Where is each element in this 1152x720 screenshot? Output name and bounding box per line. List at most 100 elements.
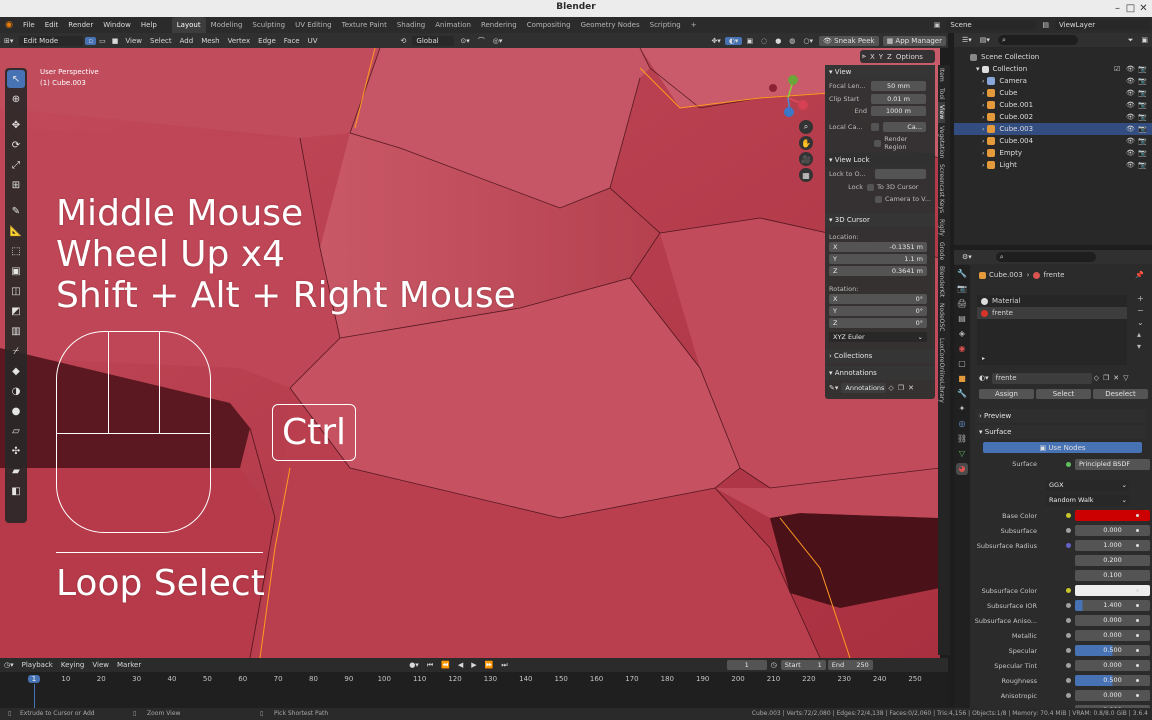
visibility-icon[interactable]: 👁: [1126, 125, 1135, 133]
properties-editor-icon[interactable]: ⚙▾: [958, 253, 976, 261]
inset-icon[interactable]: ◫: [7, 282, 25, 300]
annotation-pencil-icon[interactable]: ✎▾: [829, 384, 841, 392]
pivot-icon[interactable]: ⊙▾: [456, 37, 473, 45]
keyframe-dot-icon[interactable]: [1136, 664, 1139, 667]
jump-start-icon[interactable]: ⏮: [423, 661, 437, 670]
menu-timeline-view[interactable]: View: [88, 661, 113, 669]
face-select-icon[interactable]: ■: [109, 37, 122, 45]
workspace-tab-layout[interactable]: Layout: [171, 17, 206, 33]
knife-icon[interactable]: ⌿: [7, 342, 25, 360]
cursor-rotation-x[interactable]: X 0°: [829, 294, 927, 304]
workspace-tab-animation[interactable]: Animation: [430, 17, 476, 33]
visibility-icon[interactable]: 👁: [1126, 149, 1135, 157]
particle-properties-icon[interactable]: ✦: [956, 403, 968, 415]
move-slot-down-icon[interactable]: ▾: [1137, 341, 1144, 353]
visibility-icon[interactable]: 👁: [1126, 161, 1135, 169]
menu-uv[interactable]: UV: [304, 37, 322, 45]
panel-preview-header[interactable]: › Preview: [975, 409, 1146, 423]
property-value-field[interactable]: 0.200: [1075, 555, 1150, 566]
workspace-tab-rendering[interactable]: Rendering: [476, 17, 522, 33]
add-slot-icon[interactable]: +: [1137, 293, 1144, 305]
workspace-tab-shading[interactable]: Shading: [392, 17, 430, 33]
outliner-item-cube[interactable]: › Cube 👁 📷: [954, 87, 1152, 99]
shading-rendered-icon[interactable]: ○▾: [799, 37, 817, 45]
cursor-location-x[interactable]: X -0.1351 m: [829, 242, 927, 252]
rotation-mode-dropdown[interactable]: XYZ Euler ⌄: [829, 332, 927, 342]
visibility-icon[interactable]: 👁: [1126, 113, 1135, 121]
timeline-editor-icon[interactable]: ◷▾: [0, 661, 18, 669]
menu-render[interactable]: Render: [63, 21, 98, 29]
sidebar-tab-nodeosc[interactable]: NodeOSC: [938, 300, 945, 334]
vertex-select-icon[interactable]: ▫: [85, 36, 97, 45]
camera-to-view-checkbox[interactable]: [875, 195, 882, 203]
outliner-item-cube-002[interactable]: › Cube.002 👁 📷: [954, 111, 1152, 123]
hand-pan-icon[interactable]: ✋: [799, 136, 813, 150]
constraint-properties-icon[interactable]: ⛓: [956, 433, 968, 445]
sneak-peek-button[interactable]: 👁 Sneak Peek: [819, 35, 879, 46]
render-icon[interactable]: 📷: [1138, 161, 1147, 169]
keyframe-dot-icon[interactable]: [1136, 529, 1139, 532]
material-slot-active[interactable]: frente: [977, 307, 1127, 319]
menu-marker[interactable]: Marker: [113, 661, 145, 669]
outliner-search-input[interactable]: ⌕: [997, 35, 1078, 45]
xray-icon[interactable]: ▣: [742, 37, 757, 45]
surface-shader-field[interactable]: Principled BSDF: [1075, 458, 1150, 470]
panel-annotations-header[interactable]: ▾ Annotations: [825, 366, 935, 380]
keyframe-dot-icon[interactable]: [1136, 514, 1139, 517]
gizmo-toggle-icon[interactable]: ✥▾: [707, 37, 724, 45]
duplicate-icon[interactable]: ❐: [896, 384, 906, 392]
expand-icon[interactable]: ›: [982, 150, 984, 157]
collection-properties-icon[interactable]: ▢: [956, 358, 968, 370]
expand-icon[interactable]: ›: [982, 78, 984, 85]
menu-edge[interactable]: Edge: [254, 37, 280, 45]
cursor-location-z[interactable]: Z 0.3641 m: [829, 266, 927, 276]
smooth-icon[interactable]: ●: [7, 402, 25, 420]
frame-ruler[interactable]: 1 10 20 30 40 50 60 70 80 90 100 110 120 130 140 150 160…: [0, 672, 948, 708]
keyframe-dot-icon[interactable]: [1136, 694, 1139, 697]
move-slot-up-icon[interactable]: ▴: [1137, 329, 1144, 341]
outliner-item-cube-004[interactable]: › Cube.004 👁 📷: [954, 135, 1152, 147]
keyframe-dot-icon[interactable]: [1136, 589, 1139, 592]
cursor-rotation-z[interactable]: Z 0°: [829, 318, 927, 328]
output-properties-icon[interactable]: 🖨: [956, 298, 968, 310]
keyframe-dot-icon[interactable]: [1136, 544, 1139, 547]
outliner-collection[interactable]: ▾ Collection ☑ 👁 📷: [954, 63, 1152, 75]
loop-cut-icon[interactable]: ▥: [7, 322, 25, 340]
sidebar-tab-luxcore-online-library[interactable]: LuxCoreOnlineLibrary: [938, 335, 945, 406]
current-frame-field[interactable]: 1: [726, 660, 767, 670]
options-menu[interactable]: Options: [894, 53, 925, 61]
end-frame-field[interactable]: End 250: [827, 660, 873, 670]
zoom-icon[interactable]: ⌕: [799, 120, 813, 134]
keyframe-dot-icon[interactable]: [1136, 604, 1139, 607]
clip-end-field[interactable]: 1000 m: [871, 106, 926, 116]
world-properties-icon[interactable]: ◉: [956, 343, 968, 355]
playhead-frame[interactable]: 1: [28, 675, 40, 683]
annotations-layer-field[interactable]: Annotations: [841, 383, 887, 393]
menu-edit[interactable]: Edit: [40, 21, 64, 29]
outliner-editor-icon[interactable]: ☰▾: [958, 36, 976, 44]
overlay-toggle-icon[interactable]: ◐▾: [724, 36, 743, 45]
menu-window[interactable]: Window: [98, 21, 136, 29]
add-workspace-icon[interactable]: +: [686, 17, 702, 33]
material-name-field[interactable]: frente: [991, 372, 1092, 384]
measure-icon[interactable]: 📐: [7, 222, 25, 240]
lock-to-object-field[interactable]: [875, 169, 926, 179]
tool-settings-icon[interactable]: 🔧: [956, 268, 968, 280]
view-layer-properties-icon[interactable]: ▤: [956, 313, 968, 325]
edge-select-icon[interactable]: ▭: [96, 37, 109, 45]
shading-wireframe-icon[interactable]: ◌: [757, 37, 771, 45]
assign-button[interactable]: Assign: [979, 389, 1034, 399]
render-icon[interactable]: 📷: [1138, 101, 1147, 109]
workspace-tab-texture-paint[interactable]: Texture Paint: [337, 17, 392, 33]
duplicate-icon[interactable]: ❐: [1101, 374, 1111, 382]
menu-mesh[interactable]: Mesh: [197, 37, 223, 45]
outliner-item-cube-001[interactable]: › Cube.001 👁 📷: [954, 99, 1152, 111]
edge-slide-icon[interactable]: ▱: [7, 422, 25, 440]
orientation-selector[interactable]: Global: [412, 35, 455, 46]
render-icon[interactable]: 📷: [1138, 125, 1147, 133]
panel-3d-cursor-header[interactable]: ▾ 3D Cursor: [825, 213, 935, 227]
menu-keying[interactable]: Keying: [57, 661, 89, 669]
sidebar-tab-screencast-keys[interactable]: Screencast Keys: [938, 161, 945, 216]
material-properties-icon[interactable]: ◕: [956, 463, 968, 475]
unlink-icon[interactable]: ✕: [1111, 374, 1121, 382]
